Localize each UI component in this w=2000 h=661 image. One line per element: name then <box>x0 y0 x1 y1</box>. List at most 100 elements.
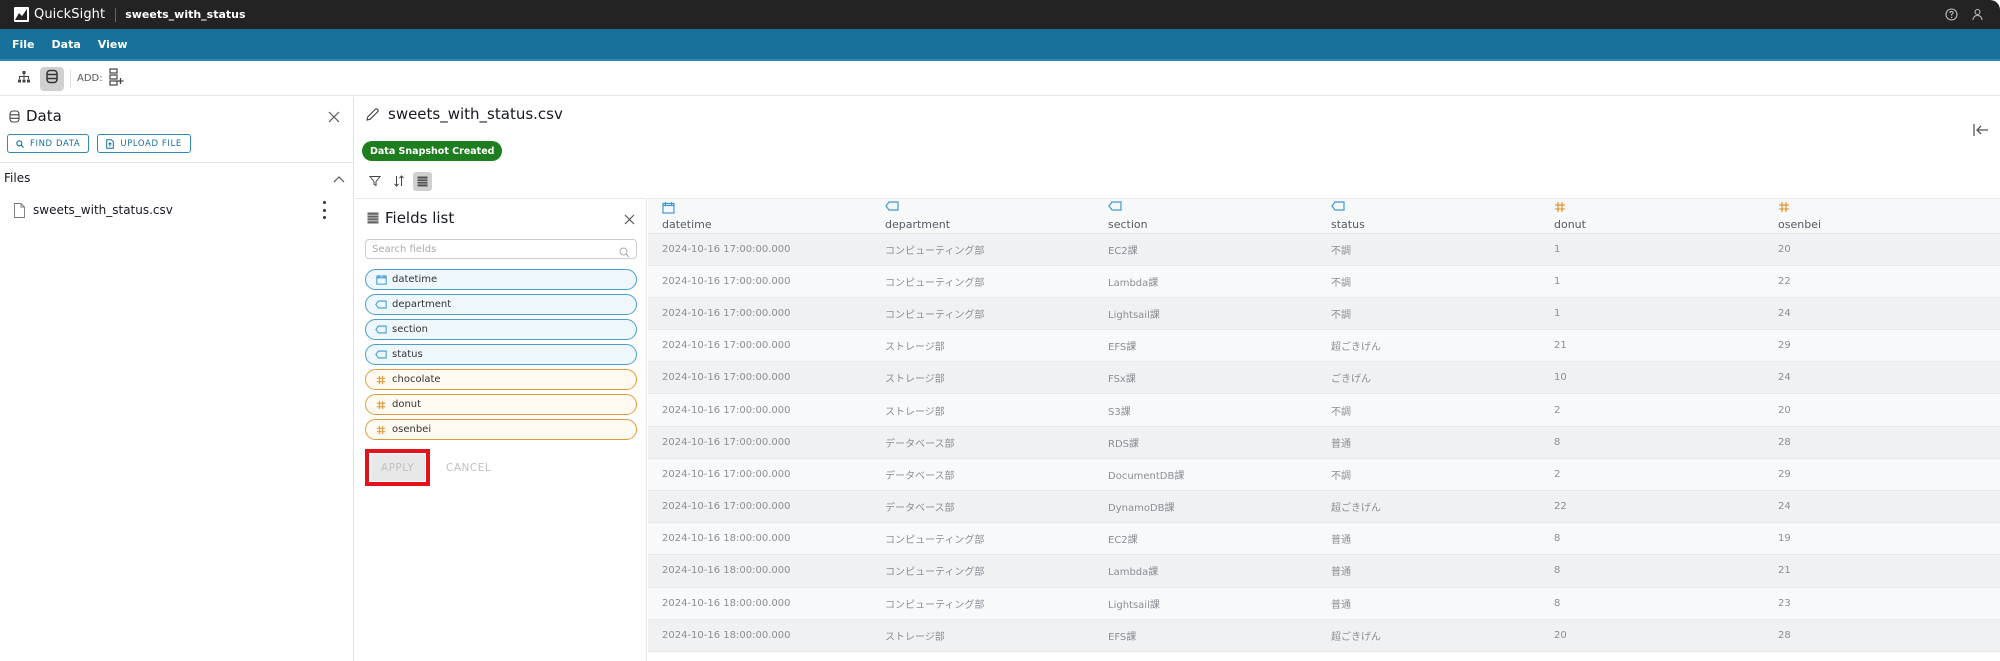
field-pill-osenbei[interactable]: osenbei <box>365 419 637 440</box>
find-data-button[interactable]: FIND DATA <box>7 134 90 153</box>
cell-status: 超ごきげん <box>1317 490 1540 524</box>
cancel-button[interactable]: CANCEL <box>446 462 491 474</box>
upload-file-label: UPLOAD FILE <box>120 138 182 149</box>
cell-department: データベース部 <box>871 490 1094 524</box>
field-pill-donut[interactable]: donut <box>365 394 637 415</box>
search-icon <box>16 139 24 148</box>
cell-osenbei: 29 <box>1764 329 2000 363</box>
title-bar: QuickSight sweets_with_status <box>0 0 2000 29</box>
cell-datetime: 2024-10-16 17:00:00.000 <box>648 297 871 331</box>
files-section-header[interactable]: Files <box>0 163 353 193</box>
field-pill-department[interactable]: department <box>365 294 637 315</box>
add-dataset-button[interactable] <box>107 67 125 91</box>
cell-osenbei: 24 <box>1764 490 2000 524</box>
field-pill-section[interactable]: section <box>365 319 637 340</box>
document-title[interactable]: sweets_with_status <box>125 8 245 21</box>
table-row: 2024-10-16 17:00:00.000 データベース部 DocumentDB… <box>648 458 2000 492</box>
cell-osenbei: 20 <box>1764 233 2000 266</box>
help-icon[interactable] <box>1944 8 1958 22</box>
column-name: osenbei <box>1778 217 1822 231</box>
cell-donut: 2 <box>1540 458 1764 492</box>
field-name: chocolate <box>392 374 441 385</box>
list-icon <box>367 212 379 224</box>
cell-osenbei: 21 <box>1764 554 2000 588</box>
cell-osenbei: 20 <box>1764 393 2000 427</box>
cell-department: コンピューティング部 <box>871 554 1094 588</box>
table-row: 2024-10-16 17:00:00.000 コンピューティング部 Lambda課… <box>648 265 2000 298</box>
app-name: QuickSight <box>34 7 106 22</box>
calendar-icon <box>375 274 387 285</box>
hash-icon <box>1778 201 2000 215</box>
field-pill-chocolate[interactable]: chocolate <box>365 369 637 390</box>
column-header-department[interactable]: department <box>871 199 1094 234</box>
list-icon <box>417 172 428 191</box>
edit-pencil-icon[interactable] <box>365 107 380 122</box>
user-icon[interactable] <box>1970 8 1984 22</box>
sort-button[interactable] <box>389 172 408 191</box>
apply-button[interactable]: APPLY <box>370 454 425 481</box>
cell-section: RDS課 <box>1094 426 1317 459</box>
dataset-title[interactable]: sweets_with_status.csv <box>388 105 563 123</box>
column-header-datetime[interactable]: datetime <box>648 199 871 234</box>
table-row: 2024-10-16 18:00:00.000 コンピューティング部 Lightsa… <box>648 587 2000 620</box>
add-dataset-icon <box>108 67 124 90</box>
field-name: section <box>392 324 429 335</box>
cell-department: コンピューティング部 <box>871 587 1094 620</box>
cell-section: EC2課 <box>1094 233 1317 266</box>
menu-view[interactable]: View <box>98 38 128 51</box>
chevron-up-icon[interactable] <box>333 172 345 186</box>
cell-donut: 1 <box>1540 233 1764 266</box>
close-icon <box>624 214 635 225</box>
cell-datetime: 2024-10-16 17:00:00.000 <box>648 265 871 298</box>
close-fields-list-button[interactable] <box>623 211 636 225</box>
hierarchy-button[interactable] <box>12 67 36 91</box>
data-panel-title: Data <box>26 107 62 125</box>
column-header-osenbei[interactable]: osenbei <box>1764 199 2000 234</box>
file-icon <box>14 202 25 218</box>
column-header-section[interactable]: section <box>1094 199 1317 234</box>
hash-icon <box>375 400 387 410</box>
table-row: 2024-10-16 17:00:00.000 コンピューティング部 EC2課 不調 1… <box>648 233 2000 266</box>
tag-icon <box>885 200 1094 215</box>
search-fields-input[interactable] <box>366 243 606 255</box>
file-name: sweets_with_status.csv <box>33 203 173 217</box>
database-button[interactable] <box>40 66 64 91</box>
file-more-options-icon[interactable] <box>321 201 327 219</box>
menu-bar: File Data View <box>0 29 2000 61</box>
cell-status: 不調 <box>1317 393 1540 427</box>
quicksight-logo[interactable]: QuickSight <box>14 7 105 22</box>
field-pill-datetime[interactable]: datetime <box>365 269 637 290</box>
hash-icon <box>375 375 387 385</box>
cell-department: ストレージ部 <box>871 393 1094 427</box>
cell-osenbei: 24 <box>1764 361 2000 395</box>
menu-file[interactable]: File <box>12 38 35 51</box>
calendar-icon <box>662 201 871 215</box>
field-name: osenbei <box>392 424 432 435</box>
upload-file-button[interactable]: UPLOAD FILE <box>97 134 191 153</box>
file-item[interactable]: sweets_with_status.csv <box>0 193 353 227</box>
tag-icon <box>1331 200 1540 215</box>
cell-section: EFS課 <box>1094 619 1317 652</box>
collapse-panel-button[interactable] <box>1972 122 1990 138</box>
cell-osenbei: 24 <box>1764 297 2000 331</box>
cell-donut: 8 <box>1540 554 1764 588</box>
cell-section: EFS課 <box>1094 329 1317 363</box>
cell-status: 普通 <box>1317 522 1540 556</box>
cell-department: コンピューティング部 <box>871 297 1094 331</box>
column-header-status[interactable]: status <box>1317 199 1540 234</box>
cell-datetime: 2024-10-16 17:00:00.000 <box>648 426 871 459</box>
cell-section: S3課 <box>1094 393 1317 427</box>
field-pill-status[interactable]: status <box>365 344 637 365</box>
close-icon <box>328 111 340 123</box>
table-row: 2024-10-16 18:00:00.000 コンピューティング部 Lambda課… <box>648 554 2000 588</box>
fields-list-button[interactable] <box>413 172 432 191</box>
cell-osenbei: 23 <box>1764 587 2000 620</box>
cell-donut: 10 <box>1540 361 1764 395</box>
cell-status: 不調 <box>1317 233 1540 266</box>
cell-donut: 8 <box>1540 522 1764 556</box>
close-data-panel-button[interactable] <box>327 109 341 123</box>
menu-data[interactable]: Data <box>52 38 81 51</box>
filter-button[interactable] <box>365 172 384 191</box>
column-header-donut[interactable]: donut <box>1540 199 1764 234</box>
cell-department: データベース部 <box>871 458 1094 492</box>
